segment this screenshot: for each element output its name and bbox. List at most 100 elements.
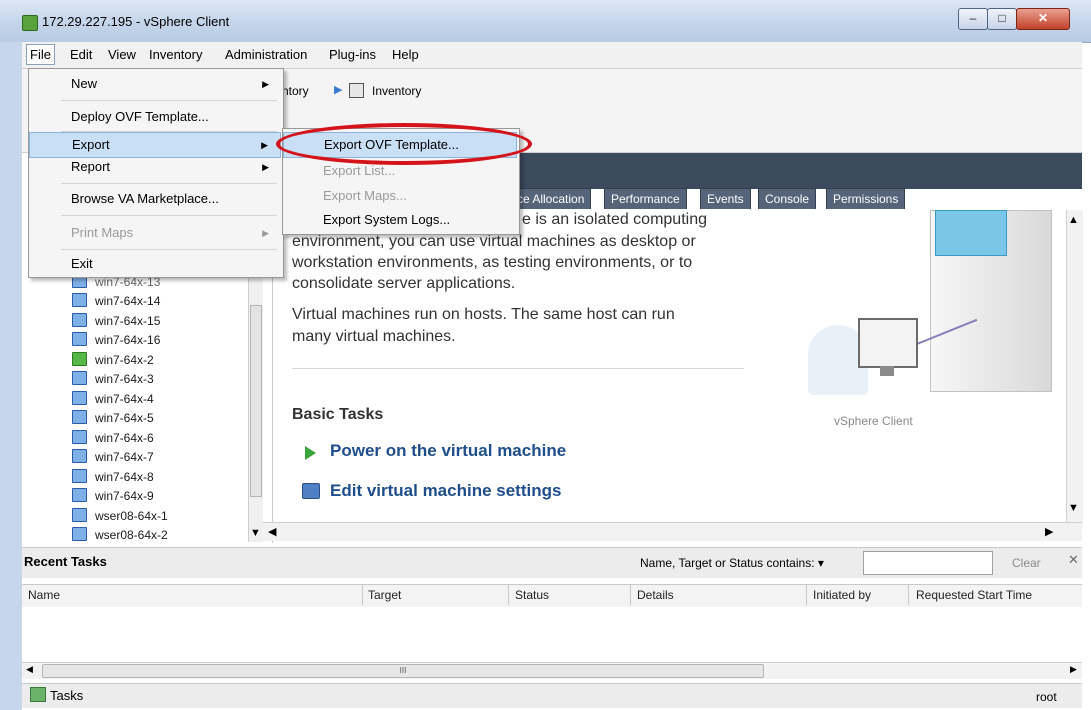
edit-settings-icon[interactable]	[302, 483, 320, 499]
filter-dropdown[interactable]: Name, Target or Status contains: ▾	[640, 556, 824, 570]
menu-item-label: Export System Logs...	[323, 212, 451, 227]
column-divider[interactable]	[806, 585, 807, 605]
tree-scroll-thumb[interactable]	[250, 305, 262, 497]
menu-plugins[interactable]: Plug-ins	[329, 47, 376, 62]
tasks-icon	[30, 687, 46, 702]
tree-item[interactable]: win7-64x-7	[72, 449, 154, 465]
tree-item[interactable]: win7-64x-16	[72, 332, 160, 348]
menu-administration[interactable]: Administration	[225, 47, 307, 62]
tab-resource-allocation[interactable]: ce Allocation	[510, 188, 592, 209]
content-text: many virtual machines.	[292, 328, 456, 345]
menu-inventory[interactable]: Inventory	[149, 47, 202, 62]
menu-item-label: Report	[71, 159, 111, 174]
menu-help[interactable]: Help	[392, 47, 419, 62]
power-on-icon[interactable]	[305, 446, 316, 460]
tab-console[interactable]: Console	[758, 188, 817, 209]
minimize-button[interactable]: –	[958, 8, 988, 30]
power-on-link[interactable]: Power on the virtual machine	[330, 441, 566, 461]
content-hscrollbar[interactable]	[262, 522, 1082, 541]
scroll-up-icon[interactable]: ▲	[1068, 214, 1079, 226]
tree-item[interactable]: wser08-64x-2	[72, 527, 168, 543]
divider	[292, 368, 744, 369]
column-divider[interactable]	[508, 585, 509, 605]
vm-icon	[72, 410, 87, 424]
content-vscrollbar[interactable]	[1066, 210, 1083, 530]
vm-icon	[72, 390, 87, 405]
menu-file[interactable]: File	[26, 44, 55, 65]
tree-item-label: win7-64x-9	[95, 489, 154, 503]
column-header-target[interactable]: Target	[368, 588, 401, 602]
menu-item-deploy-ovf[interactable]: Deploy OVF Template...	[29, 105, 281, 129]
breadcrumb-inventory[interactable]: Inventory	[372, 84, 421, 98]
column-header-initiated-by[interactable]: Initiated by	[813, 588, 871, 602]
menu-edit[interactable]: Edit	[70, 47, 92, 62]
tree-item[interactable]: win7-64x-4	[72, 390, 154, 407]
basic-tasks-heading: Basic Tasks	[292, 406, 384, 423]
menu-item-new[interactable]: New ▶	[29, 72, 281, 96]
menu-view[interactable]: View	[108, 47, 136, 62]
column-divider[interactable]	[630, 585, 631, 605]
content-text: Virtual machines run on hosts. The same …	[292, 306, 675, 323]
vm-icon	[72, 332, 87, 346]
tree-item-label: win7-64x-4	[95, 391, 154, 406]
menu-item-browse-marketplace[interactable]: Browse VA Marketplace...	[29, 187, 281, 211]
column-header-status[interactable]: Status	[515, 588, 549, 602]
illustration-label: vSphere Client	[834, 414, 913, 428]
vm-icon	[72, 429, 87, 444]
tree-item[interactable]: win7-64x-5	[72, 410, 154, 426]
close-panel-icon[interactable]: ✕	[1068, 552, 1079, 568]
column-header-details[interactable]: Details	[637, 588, 674, 602]
menu-item-report[interactable]: Report ▶	[29, 155, 281, 179]
tree-item-label: win7-64x-2	[95, 352, 154, 367]
column-divider[interactable]	[908, 585, 909, 605]
tab-performance[interactable]: Performance	[604, 188, 687, 209]
tree-item[interactable]: win7-64x-8	[72, 468, 154, 485]
menu-item-exit[interactable]: Exit	[29, 252, 281, 276]
vm-icon	[72, 468, 87, 483]
monitor-stand	[880, 366, 894, 376]
status-bar	[22, 683, 1082, 708]
column-header-requested-start-time[interactable]: Requested Start Time	[916, 588, 1032, 602]
column-divider[interactable]	[362, 585, 363, 605]
tree-item[interactable]: win7-64x-6	[72, 429, 154, 446]
tree-item-label: wser08-64x-1	[95, 508, 168, 523]
scroll-left-icon[interactable]: ◀	[268, 525, 276, 538]
filter-input[interactable]	[863, 551, 993, 575]
scroll-down-icon[interactable]: ▼	[1068, 502, 1079, 514]
menu-item-export-system-logs[interactable]: Export System Logs...	[283, 208, 517, 232]
scroll-right-icon[interactable]: ▶	[1045, 525, 1053, 538]
vm-powered-on-icon	[72, 351, 87, 366]
tab-events[interactable]: Events	[700, 188, 751, 209]
edit-settings-link[interactable]: Edit virtual machine settings	[330, 481, 561, 501]
tab-permissions[interactable]: Permissions	[826, 188, 906, 209]
tree-scroll-down-icon[interactable]: ▼	[250, 527, 261, 539]
tree-item[interactable]: win7-64x-2	[72, 351, 154, 368]
tasks-button[interactable]: Tasks	[30, 687, 114, 705]
vm-icon	[72, 488, 87, 502]
tree-item[interactable]: wser08-64x-1	[72, 507, 168, 524]
tree-item-label: win7-64x-14	[95, 294, 161, 308]
vm-cube-icon	[935, 210, 1007, 256]
maximize-button[interactable]: □	[987, 8, 1017, 30]
tree-item-label: win7-64x-3	[95, 372, 154, 386]
tree-item-label: win7-64x-5	[95, 411, 154, 425]
tree-item[interactable]: win7-64x-15	[72, 312, 160, 329]
vm-icon	[72, 449, 87, 463]
tree-item[interactable]: win7-64x-14	[72, 293, 160, 309]
close-button[interactable]: ✕	[1016, 8, 1070, 30]
breadcrumb-partial[interactable]: ntory	[282, 84, 309, 98]
column-header-name[interactable]: Name	[28, 588, 60, 602]
menu-item-print-maps: Print Maps ▶	[29, 221, 281, 245]
tree-item-label: wser08-64x-2	[95, 528, 168, 542]
scroll-right-icon[interactable]: ▶	[1070, 664, 1077, 675]
menu-item-label: New	[71, 76, 98, 91]
tree-item[interactable]: win7-64x-9	[72, 488, 154, 504]
scroll-left-icon[interactable]: ◀	[26, 664, 33, 675]
content-text: environment, you can use virtual machine…	[292, 233, 696, 250]
vm-icon	[72, 293, 87, 307]
vm-icon	[72, 527, 87, 541]
tasks-scroll-thumb[interactable]: III	[42, 664, 764, 678]
tree-item[interactable]: win7-64x-3	[72, 371, 154, 387]
clear-button[interactable]: Clear	[1012, 556, 1041, 570]
vsphere-app-icon	[22, 15, 38, 31]
